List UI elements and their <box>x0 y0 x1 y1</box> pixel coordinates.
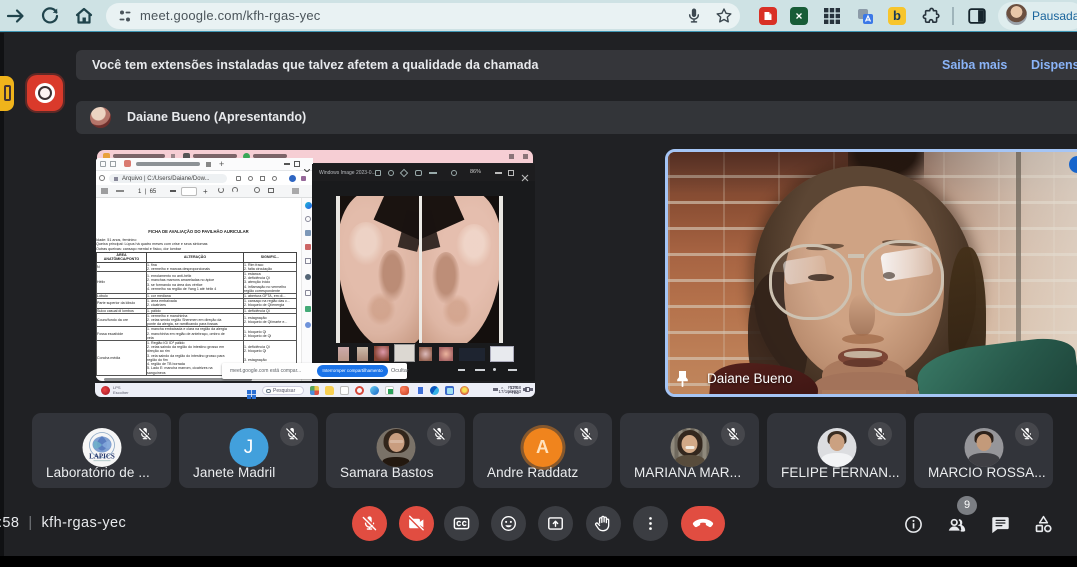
svg-text:LAPICS: LAPICS <box>89 453 115 461</box>
